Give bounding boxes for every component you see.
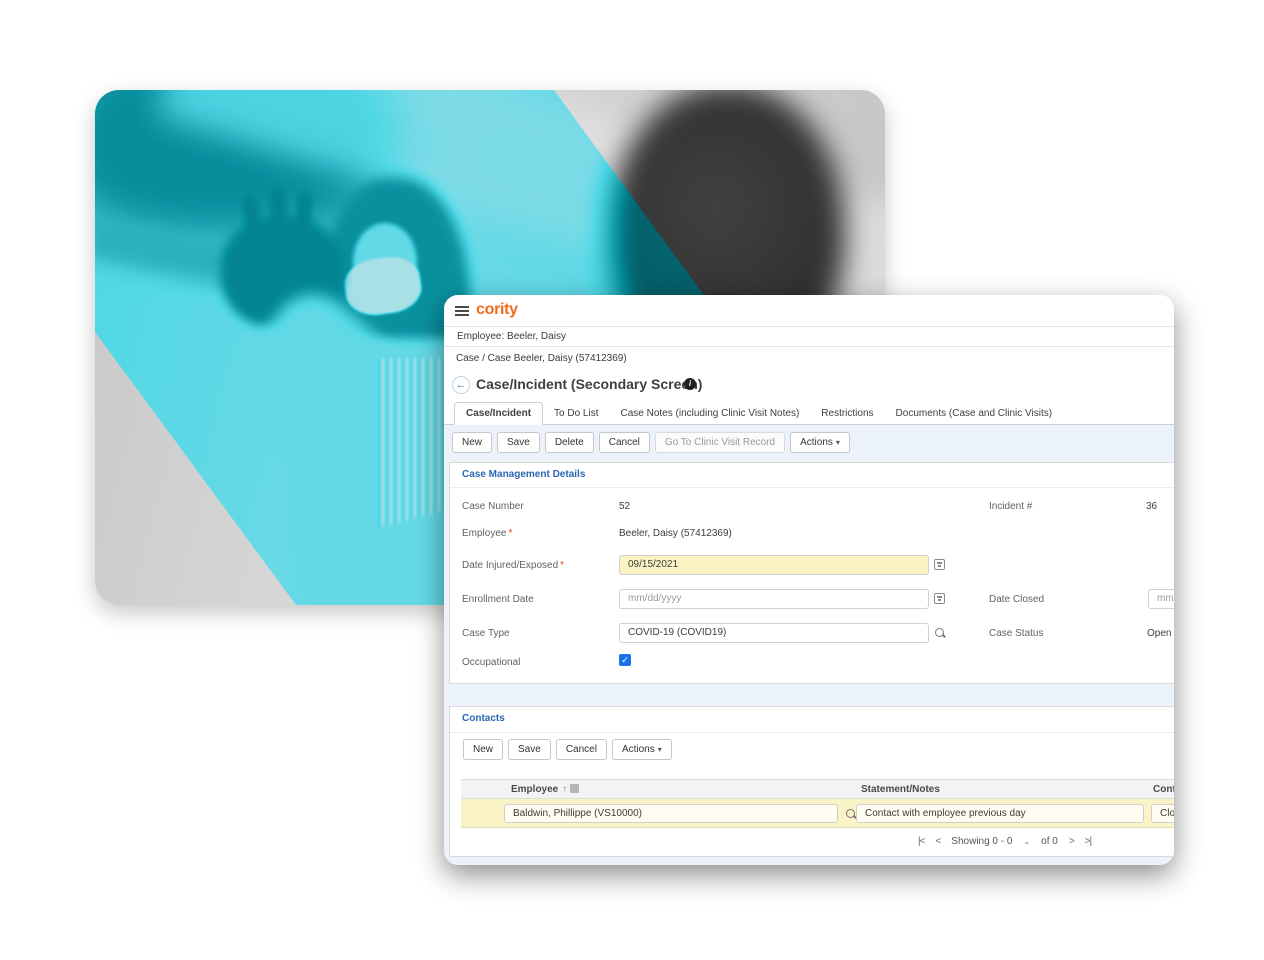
tab-documents[interactable]: Documents (Case and Clinic Visits) xyxy=(885,403,1064,424)
section-title-contacts: Contacts xyxy=(462,713,505,724)
contacts-save-button[interactable]: Save xyxy=(508,739,551,760)
hamburger-menu-icon[interactable] xyxy=(455,306,469,316)
case-type-input[interactable]: COVID-19 (COVID19) xyxy=(619,623,929,643)
incident-number-value: 36 xyxy=(1146,501,1157,512)
employee-context-bar[interactable]: Employee: Beeler, Daisy xyxy=(444,326,1174,347)
pager-next-button[interactable]: > xyxy=(1069,836,1074,847)
cancel-button[interactable]: Cancel xyxy=(599,432,650,453)
case-management-panel: Case Management Details Case Number 52 I… xyxy=(449,462,1174,684)
go-to-clinic-visit-record-button[interactable]: Go To Clinic Visit Record xyxy=(655,432,785,453)
actions-button[interactable]: Actions▾ xyxy=(790,432,850,453)
date-injured-label: Date Injured/Exposed* xyxy=(462,560,564,571)
contacts-panel: Contacts New Save Cancel Actions▾ Employ… xyxy=(449,706,1174,857)
required-marker: * xyxy=(560,560,564,571)
enrollment-date-input[interactable]: mm/dd/yyyy xyxy=(619,589,929,609)
new-button[interactable]: New xyxy=(452,432,492,453)
case-status-value: Open (1) xyxy=(1147,628,1174,639)
tab-bar: Case/Incident To Do List Case Notes (inc… xyxy=(444,401,1174,425)
case-number-label: Case Number xyxy=(462,501,524,512)
required-marker: * xyxy=(508,528,512,539)
page-size-caret-icon[interactable]: ⌄ xyxy=(1023,837,1030,846)
contacts-cancel-button[interactable]: Cancel xyxy=(556,739,607,760)
case-type-label: Case Type xyxy=(462,628,510,639)
row-contact-input[interactable]: Close xyxy=(1151,804,1174,823)
back-button[interactable]: ← xyxy=(452,376,470,394)
case-status-label: Case Status xyxy=(989,628,1043,639)
page-title: Case/Incident (Secondary Screen) xyxy=(476,376,702,392)
section-title-case-management: Case Management Details xyxy=(462,469,585,480)
pager-first-button[interactable]: |< xyxy=(918,836,924,847)
contacts-actions-button[interactable]: Actions▾ xyxy=(612,739,672,760)
column-header-contact[interactable]: Contact xyxy=(1153,784,1174,795)
row-statement-input[interactable]: Contact with employee previous day xyxy=(856,804,1144,823)
case-toolbar: New Save Delete Cancel Go To Clinic Visi… xyxy=(452,432,850,453)
employee-value: Beeler, Daisy (57412369) xyxy=(619,528,732,539)
enrollment-date-label: Enrollment Date xyxy=(462,594,534,605)
date-closed-label: Date Closed xyxy=(989,594,1044,605)
back-arrow-icon: ← xyxy=(456,379,467,391)
divider xyxy=(450,487,1174,488)
column-header-statement[interactable]: Statement/Notes xyxy=(861,784,940,795)
cority-logo: cority xyxy=(476,301,518,319)
occupational-label: Occupational xyxy=(462,657,520,668)
employee-label: Employee* xyxy=(462,528,512,539)
contacts-new-button[interactable]: New xyxy=(463,739,503,760)
contacts-grid-header: Employee↑ Statement/Notes Contact xyxy=(461,779,1174,799)
search-icon[interactable] xyxy=(934,627,946,639)
calendar-icon[interactable] xyxy=(934,559,945,570)
contacts-table-row[interactable]: Baldwin, Phillippe (VS10000) Contact wit… xyxy=(461,799,1174,828)
save-button[interactable]: Save xyxy=(497,432,540,453)
tab-case-incident[interactable]: Case/Incident xyxy=(454,402,543,425)
row-employee-input[interactable]: Baldwin, Phillippe (VS10000) xyxy=(504,804,838,823)
incident-number-label: Incident # xyxy=(989,501,1032,512)
caret-down-icon: ▾ xyxy=(836,438,840,447)
pager-prev-button[interactable]: < xyxy=(935,836,940,847)
contacts-toolbar: New Save Cancel Actions▾ xyxy=(463,739,672,760)
tab-to-do-list[interactable]: To Do List xyxy=(543,403,609,424)
delete-button[interactable]: Delete xyxy=(545,432,594,453)
caret-down-icon: ▾ xyxy=(658,745,662,754)
pager-last-button[interactable]: >| xyxy=(1085,836,1091,847)
column-menu-icon[interactable] xyxy=(570,784,579,793)
info-icon[interactable]: i xyxy=(684,378,696,390)
calendar-icon[interactable] xyxy=(934,593,945,604)
date-closed-input[interactable]: mm/dd/yyyy xyxy=(1148,589,1174,609)
cority-app-window: cority Employee: Beeler, Daisy Case / Ca… xyxy=(444,295,1174,865)
occupational-checkbox[interactable] xyxy=(619,654,631,666)
column-header-employee[interactable]: Employee↑ xyxy=(511,784,579,795)
sort-asc-icon: ↑ xyxy=(562,784,567,795)
case-number-value: 52 xyxy=(619,501,630,512)
pagination: |< < Showing 0 - 0 ⌄ of 0 > >| xyxy=(918,836,1091,847)
date-injured-input[interactable]: 09/15/2021 xyxy=(619,555,929,575)
divider xyxy=(450,732,1174,733)
pagination-showing-label: Showing 0 - 0 xyxy=(951,836,1012,847)
tab-case-notes[interactable]: Case Notes (including Clinic Visit Notes… xyxy=(610,403,811,424)
breadcrumb[interactable]: Case / Case Beeler, Daisy (57412369) xyxy=(456,353,627,364)
pagination-of-label: of 0 xyxy=(1041,836,1058,847)
tab-restrictions[interactable]: Restrictions xyxy=(810,403,884,424)
